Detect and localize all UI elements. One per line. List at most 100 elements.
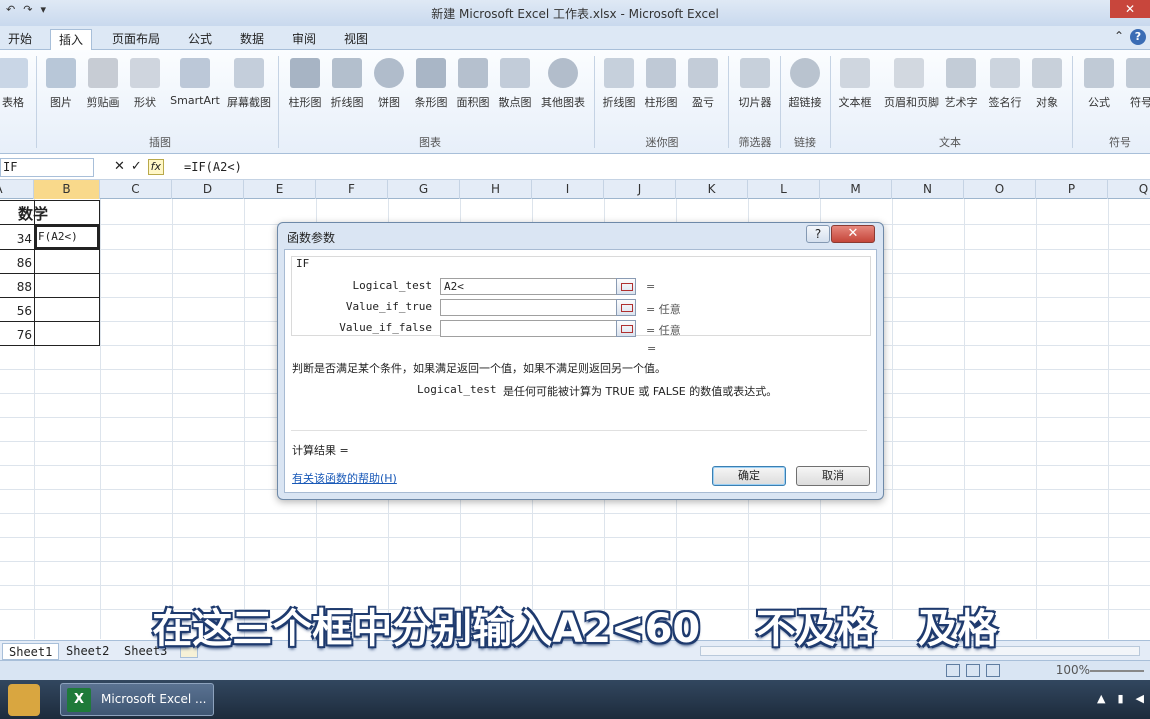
column-header-j[interactable]: J	[604, 180, 676, 199]
table-icon	[0, 58, 28, 88]
column-header-q[interactable]: Q	[1108, 180, 1150, 199]
cell-a3[interactable]: 86	[0, 251, 32, 275]
dialog-help-button[interactable]: ?	[806, 225, 830, 243]
page-break-view-icon[interactable]	[986, 664, 1000, 677]
column-header-f[interactable]: F	[316, 180, 388, 199]
argument-description-name: Logical_test	[417, 383, 497, 396]
excel-icon: X	[67, 688, 91, 712]
grid-line	[0, 561, 1150, 562]
cell-a5[interactable]: 56	[0, 299, 32, 323]
volume-icon[interactable]: ◀	[1136, 692, 1144, 705]
cell-a2[interactable]: 34	[0, 227, 32, 251]
object-button[interactable]: 对象	[1022, 54, 1072, 134]
pi-icon	[1084, 58, 1114, 88]
picture-icon	[46, 58, 76, 88]
sparkline-column-icon	[646, 58, 676, 88]
column-chart-icon	[290, 58, 320, 88]
tray-arrow-icon[interactable]: ▲	[1097, 692, 1105, 705]
taskbar: X Microsoft Excel ... ▲ ▮ ◀	[0, 680, 1150, 719]
function-help-link[interactable]: 有关该函数的帮助(H)	[292, 470, 397, 486]
grid-line	[1036, 199, 1037, 639]
textbox-button[interactable]: 文本框	[830, 54, 880, 134]
divider	[291, 430, 867, 431]
arg-input-value-if-true[interactable]	[440, 299, 618, 316]
collapse-dialog-icon[interactable]	[616, 320, 636, 337]
title-bar: ↶ ↷ ▾ 新建 Microsoft Excel 工作表.xlsx - Micr…	[0, 0, 1150, 26]
arg-input-logical-test[interactable]: A2<	[440, 278, 618, 295]
column-header-n[interactable]: N	[892, 180, 964, 199]
help-icon[interactable]: ?	[1130, 29, 1146, 45]
tab-home[interactable]: 开始	[0, 29, 40, 50]
cell-a6[interactable]: 76	[0, 323, 32, 347]
ok-button[interactable]: 确定	[712, 466, 786, 486]
other-charts-button[interactable]: 其他图表	[538, 54, 588, 134]
scatter-chart-button[interactable]: 散点图	[490, 54, 540, 134]
tab-formulas[interactable]: 公式	[180, 29, 220, 50]
collapse-dialog-icon[interactable]	[616, 299, 636, 316]
tab-data[interactable]: 数据	[232, 29, 272, 50]
screenshot-button[interactable]: 屏幕截图	[224, 54, 274, 134]
header-footer-button[interactable]: 页眉和页脚	[884, 54, 939, 134]
hyperlink-button[interactable]: 超链接	[780, 54, 830, 134]
formula-input[interactable]: =IF(A2<)	[180, 158, 1150, 177]
table-button[interactable]: 表格	[0, 54, 38, 134]
column-header-g[interactable]: G	[388, 180, 460, 199]
network-icon[interactable]: ▮	[1117, 692, 1123, 705]
view-buttons	[946, 664, 1000, 677]
column-header-i[interactable]: I	[532, 180, 604, 199]
line-chart-icon	[332, 58, 362, 88]
column-header-m[interactable]: M	[820, 180, 892, 199]
column-header-k[interactable]: K	[676, 180, 748, 199]
column-header-b[interactable]: B	[34, 180, 100, 199]
cell-b2-editing[interactable]: F(A2<)	[35, 225, 99, 249]
collapse-dialog-icon[interactable]	[616, 278, 636, 295]
minimize-ribbon-icon[interactable]: ⌃	[1114, 29, 1124, 45]
page-layout-view-icon[interactable]	[966, 664, 980, 677]
column-header-d[interactable]: D	[172, 180, 244, 199]
column-header-o[interactable]: O	[964, 180, 1036, 199]
tab-review[interactable]: 审阅	[284, 29, 324, 50]
column-header-e[interactable]: E	[244, 180, 316, 199]
column-header-c[interactable]: C	[100, 180, 172, 199]
taskbar-excel-label: Microsoft Excel ...	[101, 692, 207, 706]
grid-line	[100, 199, 101, 639]
normal-view-icon[interactable]	[946, 664, 960, 677]
system-tray: ▲ ▮ ◀	[1097, 692, 1144, 705]
tab-view[interactable]: 视图	[336, 29, 376, 50]
cancel-button[interactable]: 取消	[796, 466, 870, 486]
folder-icon[interactable]	[8, 684, 40, 716]
overall-result-eq: =	[647, 342, 657, 355]
zoom-slider[interactable]	[1090, 670, 1144, 672]
insert-function-icon[interactable]: fx	[147, 159, 164, 175]
cell-header-math[interactable]: 数学	[18, 202, 48, 226]
taskbar-excel-button[interactable]: X Microsoft Excel ...	[60, 683, 214, 716]
cell-a4[interactable]: 88	[0, 275, 32, 299]
column-header-p[interactable]: P	[1036, 180, 1108, 199]
window-close-button[interactable]: ✕	[1110, 0, 1150, 18]
area-chart-icon	[458, 58, 488, 88]
dialog-title: 函数参数	[287, 231, 336, 245]
smartart-button[interactable]: SmartArt	[170, 54, 220, 134]
tab-page-layout[interactable]: 页面布局	[104, 29, 168, 50]
name-box[interactable]: IF	[0, 158, 94, 177]
column-header-l[interactable]: L	[748, 180, 820, 199]
hyperlink-icon	[790, 58, 820, 88]
tab-insert[interactable]: 插入	[50, 29, 93, 50]
zoom-level[interactable]: 100%	[1056, 663, 1090, 677]
wordart-button[interactable]: 艺术字	[936, 54, 986, 134]
group-label-text: 文本	[939, 136, 961, 149]
shapes-button[interactable]: 形状	[120, 54, 170, 134]
cancel-entry-icon[interactable]: ✕	[114, 159, 125, 175]
column-header-h[interactable]: H	[460, 180, 532, 199]
symbol-button[interactable]: 符号	[1116, 54, 1150, 134]
group-label-links: 链接	[794, 136, 816, 149]
arg-input-value-if-false[interactable]	[440, 320, 618, 337]
dialog-close-button[interactable]: ✕	[831, 225, 875, 243]
function-arguments-dialog: 函数参数 ? ✕ IF Logical_test A2< = Value_if_…	[277, 222, 884, 500]
column-header-a[interactable]: A	[0, 180, 34, 199]
screenshot-icon	[234, 58, 264, 88]
sparkline-winloss-button[interactable]: 盈亏	[678, 54, 728, 134]
confirm-entry-icon[interactable]: ✓	[131, 159, 142, 175]
slicer-button[interactable]: 切片器	[730, 54, 780, 134]
group-label-sparklines: 迷你图	[645, 136, 679, 149]
